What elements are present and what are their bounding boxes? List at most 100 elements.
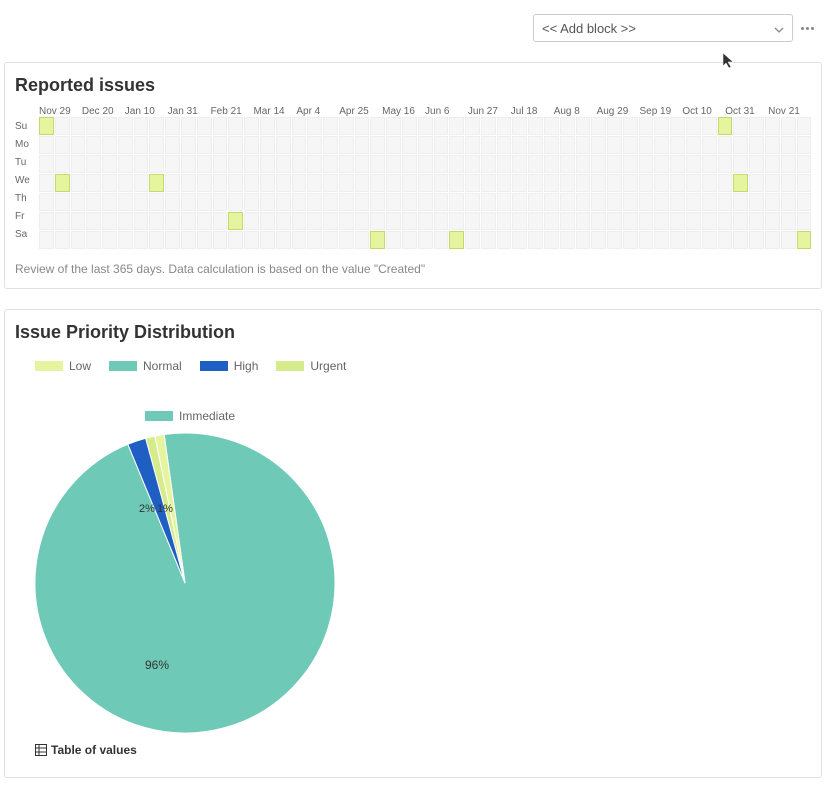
heatmap-cell[interactable] [418,212,433,230]
heatmap-cell[interactable] [607,174,622,192]
heatmap-cell[interactable] [434,212,449,230]
heatmap-cell[interactable] [591,193,606,211]
heatmap-cell[interactable] [213,155,228,173]
heatmap-cell[interactable] [260,117,275,135]
heatmap-cell[interactable] [307,193,322,211]
heatmap-cell[interactable] [244,193,259,211]
heatmap-cell[interactable] [39,155,54,173]
heatmap-cell[interactable] [149,193,164,211]
heatmap-cell[interactable] [39,136,54,154]
heatmap-cell[interactable] [702,212,717,230]
heatmap-cell[interactable] [39,117,54,135]
heatmap-cell[interactable] [765,231,780,249]
heatmap-cell[interactable] [386,136,401,154]
heatmap-cell[interactable] [118,193,133,211]
heatmap-cell[interactable] [181,193,196,211]
heatmap-cell[interactable] [434,117,449,135]
heatmap-cell[interactable] [370,117,385,135]
heatmap-cell[interactable] [355,174,370,192]
heatmap-cell[interactable] [323,174,338,192]
heatmap-cell[interactable] [718,193,733,211]
heatmap-cell[interactable] [181,117,196,135]
heatmap-cell[interactable] [434,174,449,192]
heatmap-cell[interactable] [55,193,70,211]
heatmap-cell[interactable] [418,231,433,249]
heatmap-cell[interactable] [781,231,796,249]
legend-item[interactable]: Low [35,359,91,373]
legend-item[interactable]: Urgent [276,359,346,373]
heatmap-cell[interactable] [591,136,606,154]
heatmap-cell[interactable] [197,155,212,173]
legend-item[interactable]: Immediate [145,409,235,423]
heatmap-cell[interactable] [165,193,180,211]
heatmap-cell[interactable] [781,136,796,154]
heatmap-cell[interactable] [370,155,385,173]
heatmap-cell[interactable] [512,117,527,135]
heatmap-cell[interactable] [149,231,164,249]
heatmap-cell[interactable] [323,212,338,230]
table-of-values-toggle[interactable]: Table of values [5,743,811,757]
heatmap-cell[interactable] [654,155,669,173]
heatmap-cell[interactable] [86,155,101,173]
heatmap-cell[interactable] [528,174,543,192]
heatmap-cell[interactable] [86,174,101,192]
heatmap-cell[interactable] [560,155,575,173]
heatmap-cell[interactable] [481,231,496,249]
heatmap-cell[interactable] [102,174,117,192]
heatmap-cell[interactable] [307,155,322,173]
heatmap-cell[interactable] [686,155,701,173]
heatmap-cell[interactable] [339,155,354,173]
heatmap-cell[interactable] [560,193,575,211]
heatmap-cell[interactable] [386,117,401,135]
heatmap-cell[interactable] [197,231,212,249]
heatmap-cell[interactable] [623,174,638,192]
heatmap-cell[interactable] [481,136,496,154]
heatmap-cell[interactable] [86,117,101,135]
heatmap-cell[interactable] [718,231,733,249]
heatmap-cell[interactable] [512,155,527,173]
heatmap-cell[interactable] [686,174,701,192]
heatmap-cell[interactable] [181,231,196,249]
heatmap-cell[interactable] [781,174,796,192]
heatmap-cell[interactable] [149,212,164,230]
heatmap-cell[interactable] [307,212,322,230]
heatmap-cell[interactable] [244,155,259,173]
heatmap-cell[interactable] [623,193,638,211]
heatmap-cell[interactable] [402,212,417,230]
heatmap-cell[interactable] [228,117,243,135]
heatmap-cell[interactable] [544,155,559,173]
heatmap-cell[interactable] [292,212,307,230]
heatmap-cell[interactable] [197,193,212,211]
heatmap-cell[interactable] [576,136,591,154]
heatmap-cell[interactable] [386,155,401,173]
heatmap-cell[interactable] [102,155,117,173]
heatmap-cell[interactable] [639,174,654,192]
legend-item[interactable]: Normal [109,359,182,373]
heatmap-cell[interactable] [449,174,464,192]
heatmap-cell[interactable] [276,174,291,192]
heatmap-cell[interactable] [149,117,164,135]
heatmap-cell[interactable] [244,136,259,154]
heatmap-cell[interactable] [71,231,86,249]
heatmap-cell[interactable] [733,117,748,135]
heatmap-cell[interactable] [576,117,591,135]
heatmap-cell[interactable] [118,136,133,154]
heatmap-cell[interactable] [765,193,780,211]
heatmap-cell[interactable] [670,212,685,230]
heatmap-cell[interactable] [607,136,622,154]
heatmap-cell[interactable] [560,117,575,135]
heatmap-cell[interactable] [449,117,464,135]
heatmap-cell[interactable] [276,231,291,249]
heatmap-cell[interactable] [55,155,70,173]
heatmap-cell[interactable] [686,231,701,249]
heatmap-cell[interactable] [797,155,812,173]
heatmap-cell[interactable] [497,155,512,173]
heatmap-cell[interactable] [118,231,133,249]
heatmap-cell[interactable] [102,212,117,230]
heatmap-cell[interactable] [686,193,701,211]
heatmap-cell[interactable] [465,136,480,154]
heatmap-cell[interactable] [544,117,559,135]
heatmap-cell[interactable] [702,231,717,249]
heatmap-cell[interactable] [323,193,338,211]
heatmap-cell[interactable] [292,193,307,211]
